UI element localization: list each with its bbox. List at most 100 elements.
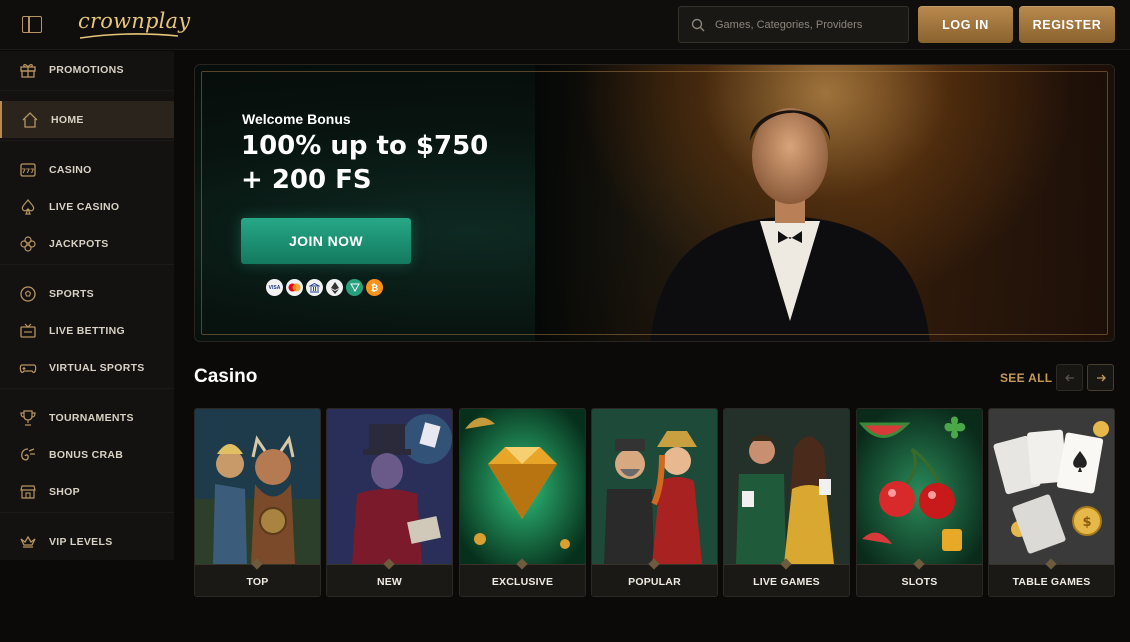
- see-all-link[interactable]: SEE ALL: [1000, 371, 1052, 385]
- category-tile-new[interactable]: NEW: [326, 408, 453, 597]
- join-now-button[interactable]: JOIN NOW: [241, 218, 411, 264]
- sidebar-toggle-icon[interactable]: [22, 16, 42, 33]
- sidebar-item-promotions[interactable]: PROMOTIONS: [0, 51, 174, 88]
- sidebar-item-label: LIVE BETTING: [49, 324, 125, 337]
- sidebar-item-label: JACKPOTS: [49, 237, 109, 250]
- sidebar-item-vip-levels[interactable]: VIP LEVELS: [0, 523, 174, 560]
- tile-caption: NEW: [327, 564, 452, 596]
- viking-artwork: [195, 409, 320, 564]
- sidebar-item-label: VIP LEVELS: [49, 535, 113, 548]
- bank-icon: [306, 279, 323, 296]
- logo-swoosh-icon: [79, 33, 179, 39]
- category-tile-top[interactable]: TOP: [194, 408, 321, 597]
- cards-artwork: $: [989, 409, 1114, 564]
- carousel-next-button[interactable]: [1087, 364, 1114, 391]
- banner-eyebrow: Welcome Bonus: [242, 111, 351, 127]
- spade-icon: [19, 198, 37, 216]
- category-tile-exclusive[interactable]: EXCLUSIVE: [459, 408, 586, 597]
- fruits-artwork: [857, 409, 982, 564]
- search-icon: [691, 18, 705, 32]
- trophy-icon: [19, 409, 37, 427]
- sidebar-item-label: HOME: [51, 113, 84, 126]
- sidebar-item-label: LIVE CASINO: [49, 200, 120, 213]
- magician-artwork: [327, 409, 452, 564]
- tile-label: TABLE GAMES: [1012, 576, 1091, 588]
- divider: [0, 140, 174, 141]
- logo[interactable]: crownplay: [78, 9, 190, 39]
- divider: [0, 388, 174, 389]
- payment-methods: VISA ₿: [266, 279, 383, 296]
- tile-label: LIVE GAMES: [753, 576, 820, 588]
- mastercard-icon: [286, 279, 303, 296]
- sidebar-item-jackpots[interactable]: JACKPOTS: [0, 225, 174, 262]
- sidebar-footer: [0, 560, 174, 642]
- section-title-casino: Casino: [194, 366, 258, 387]
- sidebar: PROMOTIONS HOME 777 CASINO LIVE CASINO J…: [0, 51, 174, 560]
- category-tile-live-games[interactable]: LIVE GAMES: [723, 408, 850, 597]
- clover-icon: [19, 235, 37, 253]
- divider: [0, 90, 174, 91]
- sidebar-item-label: VIRTUAL SPORTS: [49, 361, 145, 374]
- sidebar-item-label: CASINO: [49, 163, 92, 176]
- gamepad-icon: [19, 359, 37, 377]
- arrow-left-icon: [1064, 374, 1074, 381]
- sidebar-item-sports[interactable]: SPORTS: [0, 275, 174, 312]
- svg-text:$: $: [1082, 515, 1091, 530]
- slot-777-icon: 777: [19, 161, 37, 179]
- diamond-artwork: [460, 409, 585, 564]
- sidebar-item-label: TOURNAMENTS: [49, 411, 134, 424]
- visa-icon: VISA: [266, 279, 283, 296]
- carousel-prev-button[interactable]: [1056, 364, 1083, 391]
- tile-label: SLOTS: [901, 576, 938, 588]
- tile-label: NEW: [376, 576, 403, 588]
- tile-label: TOP: [246, 576, 269, 588]
- tile-caption: POPULAR: [592, 564, 717, 596]
- sidebar-item-bonus-crab[interactable]: BONUS CRAB: [0, 436, 174, 473]
- sidebar-item-virtual-sports[interactable]: VIRTUAL SPORTS: [0, 349, 174, 386]
- tile-caption: LIVE GAMES: [724, 564, 849, 596]
- sidebar-item-shop[interactable]: SHOP: [0, 473, 174, 510]
- welcome-banner[interactable]: Welcome Bonus 100% up to $750 + 200 FS J…: [194, 64, 1115, 342]
- shop-icon: [19, 483, 37, 501]
- gift-icon: [19, 61, 37, 79]
- login-button[interactable]: LOG IN: [918, 6, 1013, 43]
- sidebar-item-tournaments[interactable]: TOURNAMENTS: [0, 399, 174, 436]
- ethereum-icon: [326, 279, 343, 296]
- headline-line: + 200 FS: [241, 165, 372, 195]
- svg-text:777: 777: [22, 168, 35, 175]
- tile-caption: EXCLUSIVE: [460, 564, 585, 596]
- bitcoin-icon: ₿: [366, 279, 383, 296]
- sidebar-item-home[interactable]: HOME: [0, 101, 174, 138]
- search-input[interactable]: [715, 7, 905, 42]
- banner-dealer-image: [650, 108, 930, 341]
- tile-label: POPULAR: [628, 576, 681, 588]
- live-tv-icon: [19, 322, 37, 340]
- characters-artwork: [592, 409, 717, 564]
- tile-caption: TABLE GAMES: [989, 564, 1114, 596]
- banner-headline: 100% up to $750 + 200 FS: [241, 129, 541, 197]
- claw-icon: [19, 446, 37, 464]
- sidebar-item-label: PROMOTIONS: [49, 63, 124, 76]
- soccer-ball-icon: [19, 285, 37, 303]
- tile-caption: TOP: [195, 564, 320, 596]
- sidebar-item-live-betting[interactable]: LIVE BETTING: [0, 312, 174, 349]
- search-box[interactable]: [678, 6, 909, 43]
- sidebar-item-label: BONUS CRAB: [49, 448, 124, 461]
- sidebar-item-casino[interactable]: 777 CASINO: [0, 151, 174, 188]
- logo-text: crownplay: [78, 9, 191, 33]
- top-header: crownplay LOG IN REGISTER: [0, 0, 1130, 50]
- category-tile-slots[interactable]: SLOTS: [856, 408, 983, 597]
- register-button[interactable]: REGISTER: [1019, 6, 1115, 43]
- arrow-right-icon: [1096, 374, 1106, 381]
- live-dealers-artwork: [724, 409, 849, 564]
- divider: [0, 264, 174, 265]
- category-tile-table-games[interactable]: $ TABLE GAMES: [988, 408, 1115, 597]
- tile-caption: SLOTS: [857, 564, 982, 596]
- home-icon: [21, 111, 39, 129]
- crown-icon: [19, 533, 37, 551]
- category-tile-popular[interactable]: POPULAR: [591, 408, 718, 597]
- tile-label: EXCLUSIVE: [491, 576, 554, 588]
- tether-icon: [346, 279, 363, 296]
- sidebar-item-label: SPORTS: [49, 287, 94, 300]
- sidebar-item-live-casino[interactable]: LIVE CASINO: [0, 188, 174, 225]
